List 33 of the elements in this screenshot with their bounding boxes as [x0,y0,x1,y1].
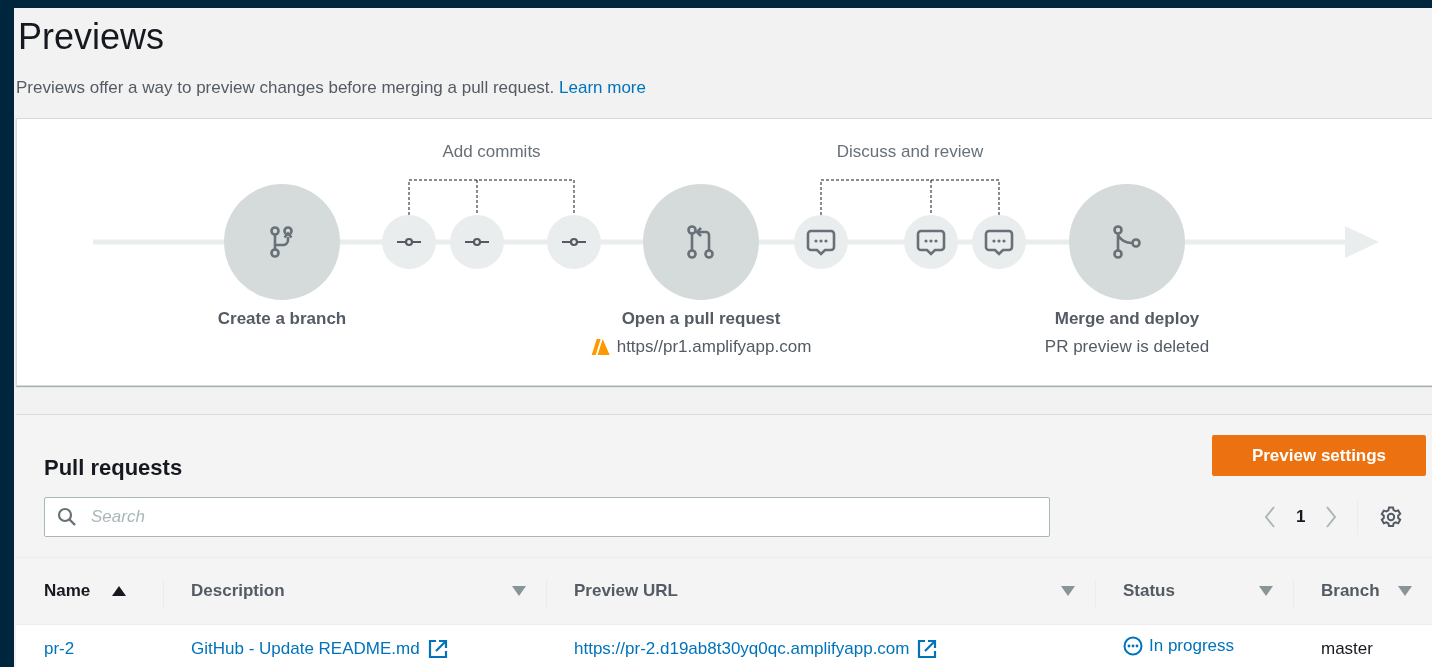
group-label: Discuss and review [836,142,984,162]
status-text: In progress [1149,636,1235,656]
comment-icon [984,228,1014,256]
external-link-icon [427,638,448,659]
comment-icon [916,228,946,256]
page-description: Previews offer a way to preview changes before merging a pull request. Learn more [16,78,647,98]
pull-request-icon [687,225,715,259]
column-label: Preview URL [574,581,678,601]
preview-url-text: https//pr1.amplifyapp.com [616,337,812,357]
step-detail: PR preview is deleted [1044,337,1210,357]
merge-icon [1112,225,1142,259]
section-title: Pull requests [44,455,183,481]
page-title: Previews [18,15,166,59]
comment-icon [806,228,836,256]
settings-icon [1380,505,1403,528]
page-number[interactable]: 1 [1284,506,1318,527]
step-label: Merge and deploy [1054,309,1200,329]
chevron-left-icon [1264,505,1276,528]
chevron-right-icon [1325,505,1338,528]
group-label: Add commits [442,142,541,162]
step-label: Create a branch [217,309,347,329]
learn-more-link[interactable]: Learn more [559,78,646,97]
column-label: Description [191,581,285,601]
pr-name-link[interactable]: pr-2 [44,638,75,659]
step-label: Open a pull request [621,309,781,329]
column-label: Branch [1321,581,1380,601]
branch-name: master [1321,638,1373,658]
search-field[interactable]: Search [44,496,1050,537]
column-label: Status [1123,581,1175,601]
git-branch-icon [268,225,296,259]
external-link-icon [917,638,938,659]
search-icon [57,506,77,527]
column-label: Name [44,581,91,601]
